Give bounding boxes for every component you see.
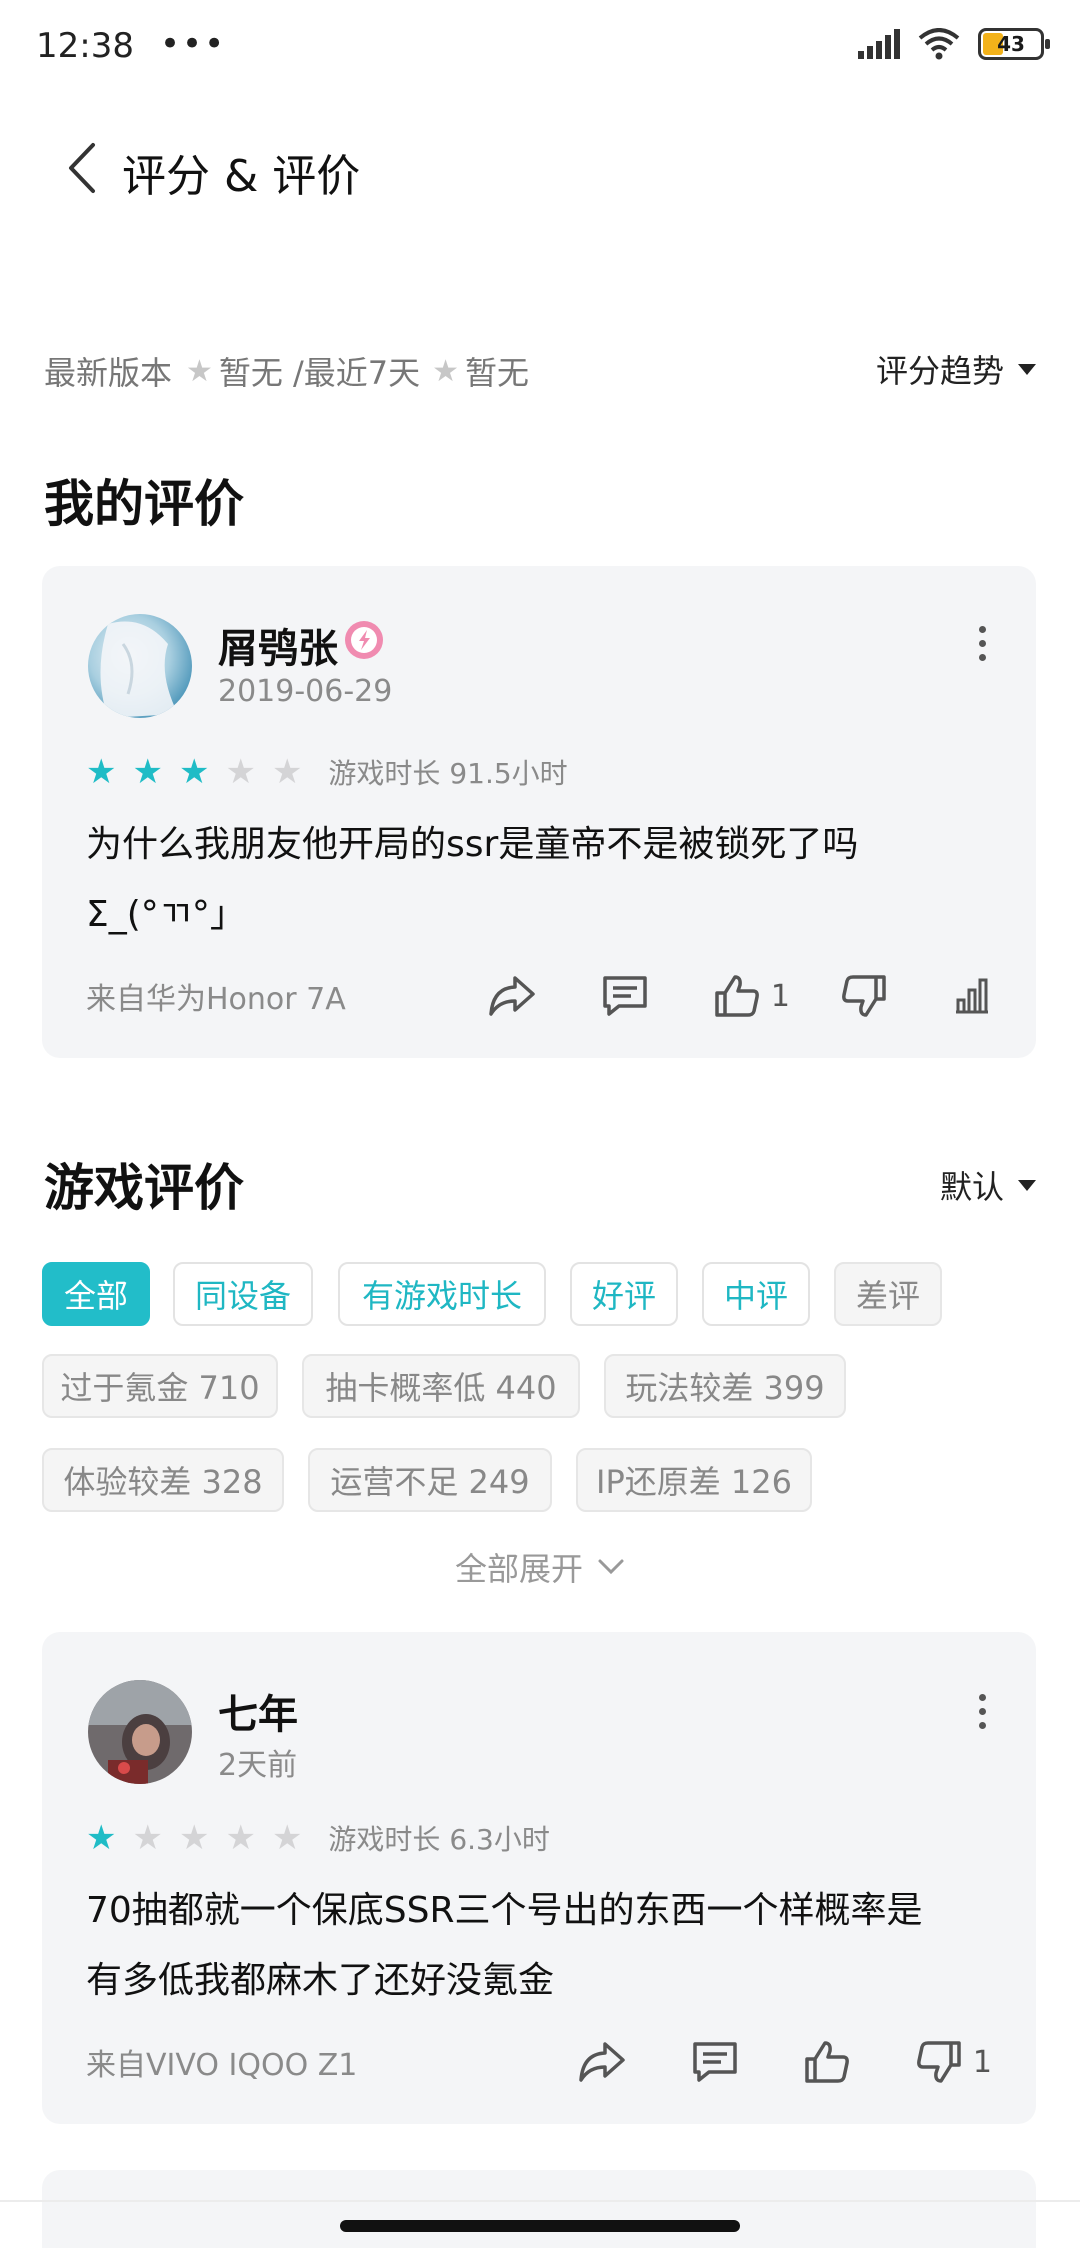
filter-chip-same-device[interactable]: 同设备 — [173, 1262, 313, 1326]
comment-button[interactable] — [601, 974, 649, 1018]
caret-down-icon — [1018, 363, 1036, 375]
latest-version-value: 暂无 — [218, 354, 283, 392]
review-actions: 来自VIVO IQOO Z1 1 — [86, 2032, 992, 2092]
tag-chip[interactable]: 体验较差 328 — [42, 1448, 284, 1512]
home-indicator[interactable] — [340, 2220, 740, 2232]
tag-chip[interactable]: 抽卡概率低 440 — [302, 1354, 580, 1418]
review-text-line: 为什么我朋友他开局的ssr是童帝不是被锁死了吗 — [86, 824, 859, 865]
comment-icon — [693, 2042, 737, 2082]
signal-icon — [858, 29, 900, 59]
my-review-title: 我的评价 — [44, 475, 244, 533]
tag-chip[interactable]: IP还原差 126 — [576, 1448, 812, 1512]
rating-summary: 最新版本 ★ 暂无 /最近7天 ★ 暂无 评分趋势 — [44, 346, 1036, 396]
status-time: 12:38 — [36, 26, 134, 66]
caret-down-icon — [1018, 1179, 1036, 1191]
device-source: 来自华为Honor 7A — [86, 982, 346, 1017]
notification-dots: ••• — [160, 24, 227, 64]
star-icon: ★ — [186, 353, 213, 389]
rating-trend-dropdown[interactable]: 评分趋势 — [876, 346, 1036, 392]
sort-label: 默认 — [939, 1168, 1004, 1206]
filter-chip-all[interactable]: 全部 — [42, 1262, 150, 1326]
chevron-left-icon — [69, 143, 95, 193]
back-button[interactable] — [56, 138, 106, 198]
share-icon — [489, 976, 535, 1016]
page-title: 评分 & 评价 — [122, 151, 361, 202]
rating-stars: ★ ★ ★ ★ ★ 游戏时长 91.5小时 — [86, 752, 568, 792]
status-bar: 12:38 ••• 43 — [0, 0, 1080, 96]
comment-button[interactable] — [691, 2040, 739, 2084]
more-options-icon[interactable] — [979, 626, 986, 661]
review-date: 2天前 — [218, 1748, 298, 1783]
like-count: 1 — [770, 978, 790, 1014]
star-icon: ★ — [271, 752, 303, 792]
reviewer-name[interactable]: 屑鸮张 — [218, 616, 338, 674]
latest-version-label: 最新版本 — [44, 354, 173, 392]
star-icon: ★ — [86, 1818, 117, 1858]
review-text-line: Σ_(°ㄲ°」 — [86, 894, 246, 935]
more-options-icon[interactable] — [979, 1694, 986, 1729]
like-button[interactable] — [803, 2039, 851, 2085]
tag-chip[interactable]: 玩法较差 399 — [604, 1354, 846, 1418]
battery-icon: 43 — [978, 28, 1050, 60]
thumbs-up-icon — [715, 975, 759, 1017]
star-icon: ★ — [178, 1818, 210, 1858]
page-header: 评分 & 评价 — [0, 120, 1080, 220]
chevron-down-icon — [598, 1559, 624, 1575]
trend-label: 评分趋势 — [875, 352, 1004, 390]
nav-divider — [0, 2200, 1080, 2202]
review-text-line: 有多低我都麻木了还好没氪金 — [86, 1960, 555, 2001]
next-review-card — [42, 2170, 1036, 2248]
level-badge-icon — [345, 621, 383, 659]
expand-all-label: 全部展开 — [454, 1550, 583, 1588]
star-icon: ★ — [225, 1818, 256, 1858]
star-icon: ★ — [132, 752, 163, 792]
recent-value: 暂无 — [465, 354, 530, 392]
battery-level: 43 — [997, 32, 1025, 56]
star-icon: ★ — [132, 1818, 163, 1858]
stats-button[interactable] — [952, 976, 992, 1016]
dislike-count: 1 — [972, 2044, 992, 2080]
recent-label: /最近7天 — [292, 354, 421, 392]
filter-chip-negative[interactable]: 差评 — [834, 1262, 942, 1326]
reviewer-name[interactable]: 七年 — [218, 1682, 298, 1740]
play-time: 游戏时长 6.3小时 — [328, 1823, 550, 1856]
my-review-card: 屑鸮张 2019-06-29 ★ ★ ★ ★ ★ 游戏时长 91.5小时 为什么… — [42, 566, 1036, 1058]
filter-chip-has-playtime[interactable]: 有游戏时长 — [338, 1262, 546, 1326]
avatar[interactable] — [88, 614, 192, 718]
review-text: 为什么我朋友他开局的ssr是童帝不是被锁死了吗 Σ_(°ㄲ°」 — [86, 810, 986, 950]
review-card: 七年 2天前 ★ ★ ★ ★ ★ 游戏时长 6.3小时 70抽都就一个保底SSR… — [42, 1632, 1036, 2124]
share-button[interactable] — [487, 974, 537, 1018]
thumbs-up-icon — [805, 2041, 849, 2083]
play-time: 游戏时长 91.5小时 — [328, 757, 568, 790]
dislike-button[interactable]: 1 — [915, 2039, 992, 2085]
review-date: 2019-06-29 — [218, 674, 393, 709]
wifi-icon — [918, 28, 960, 60]
review-text-line: 70抽都就一个保底SSR三个号出的东西一个样概率是 — [86, 1890, 923, 1931]
share-button[interactable] — [577, 2040, 627, 2084]
star-icon: ★ — [225, 752, 256, 792]
star-icon: ★ — [86, 752, 117, 792]
thumbs-down-icon — [917, 2041, 961, 2083]
tag-chip[interactable]: 过于氪金 710 — [42, 1354, 278, 1418]
expand-all-button[interactable]: 全部展开 — [0, 1544, 1080, 1590]
dislike-button[interactable] — [840, 973, 888, 1019]
like-button[interactable]: 1 — [713, 973, 790, 1019]
avatar[interactable] — [88, 1680, 192, 1784]
star-icon: ★ — [178, 752, 210, 792]
thumbs-down-icon — [842, 975, 886, 1017]
review-actions: 来自华为Honor 7A 1 — [86, 966, 992, 1026]
review-text: 70抽都就一个保底SSR三个号出的东西一个样概率是 有多低我都麻木了还好没氪金 — [86, 1876, 986, 2016]
device-source: 来自VIVO IQOO Z1 — [86, 2048, 358, 2083]
star-icon: ★ — [432, 353, 459, 389]
filter-chip-positive[interactable]: 好评 — [570, 1262, 678, 1326]
rating-stars: ★ ★ ★ ★ ★ 游戏时长 6.3小时 — [86, 1818, 550, 1858]
filter-chip-neutral[interactable]: 中评 — [702, 1262, 810, 1326]
star-icon: ★ — [271, 1818, 303, 1858]
game-reviews-title: 游戏评价 — [44, 1159, 244, 1217]
bar-chart-icon — [956, 978, 988, 1014]
tag-chip[interactable]: 运营不足 249 — [308, 1448, 552, 1512]
sort-dropdown[interactable]: 默认 — [940, 1162, 1036, 1208]
share-icon — [579, 2042, 625, 2082]
comment-icon — [603, 976, 647, 1016]
